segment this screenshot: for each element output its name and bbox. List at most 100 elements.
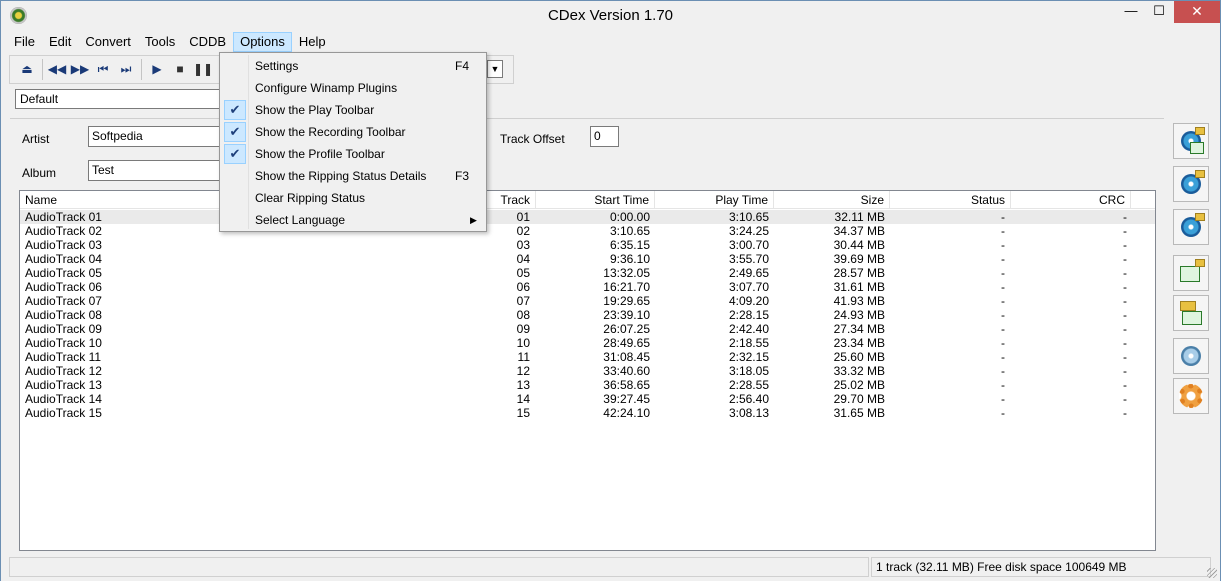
track-name-cell: AudioTrack 04 [25, 252, 102, 266]
menu-file[interactable]: File [7, 32, 42, 52]
checkmark-icon: ✔ [224, 122, 246, 142]
table-row[interactable]: AudioTrack 13 13 36:58.65 2:28.55 25.02 MB - - [20, 378, 1155, 392]
previous-track-icon[interactable]: ⏮ [94, 61, 112, 77]
toolbar-separator [141, 59, 142, 80]
column-start-time[interactable]: Start Time [536, 191, 655, 209]
settings-gear-icon [1179, 384, 1203, 408]
options-menu-item[interactable]: ✔ Show the Profile Toolbar [222, 143, 484, 165]
options-menu-item[interactable]: Settings F4 [222, 55, 484, 77]
options-menu-item[interactable]: ✔ Show the Play Toolbar [222, 99, 484, 121]
table-row[interactable]: AudioTrack 10 10 28:49.65 2:18.55 23.34 MB - - [20, 336, 1155, 350]
track-offset-field[interactable]: 0 [590, 126, 619, 147]
convert-wav-button[interactable] [1173, 255, 1209, 291]
play-time-cell: 3:55.70 [728, 252, 769, 266]
table-row[interactable]: AudioTrack 04 04 9:36.10 3:55.70 39.69 MB - - [20, 252, 1155, 266]
options-menu-item[interactable]: ✔ Show the Recording Toolbar [222, 121, 484, 143]
column-status[interactable]: Status [890, 191, 1011, 209]
column-crc[interactable]: CRC [1011, 191, 1131, 209]
play-icon[interactable]: ▶ [148, 61, 166, 77]
start-time-cell: 26:07.25 [603, 322, 650, 336]
extract-tracks-button[interactable] [1173, 123, 1209, 159]
menu-item-label: Settings [255, 59, 299, 73]
options-menu-item[interactable]: Select Language ▶ [222, 209, 484, 231]
settings-button[interactable] [1173, 378, 1209, 414]
record-button[interactable] [1173, 295, 1209, 331]
size-cell: 31.61 MB [833, 280, 885, 294]
track-list[interactable]: Name Track Start Time Play Time Size Sta… [19, 190, 1156, 551]
crc-cell: - [1123, 238, 1127, 252]
menu-help[interactable]: Help [292, 32, 333, 52]
maximize-button[interactable]: ☐ [1145, 1, 1173, 23]
status-cell: - [1001, 308, 1005, 322]
track-number-cell: 08 [516, 308, 530, 322]
cd-info-panel: Artist Softpedia Album Test Track Offset… [10, 118, 1164, 190]
submenu-arrow-icon: ▶ [470, 215, 477, 225]
size-cell: 24.93 MB [833, 308, 885, 322]
track-number-cell: 09 [516, 322, 530, 336]
status-cell: - [1001, 280, 1005, 294]
column-name[interactable]: Name [20, 191, 240, 209]
track-name-cell: AudioTrack 11 [25, 350, 102, 364]
fast-forward-icon[interactable]: ▶▶ [71, 61, 89, 77]
track-name-cell: AudioTrack 05 [25, 266, 102, 280]
crc-cell: - [1123, 210, 1127, 224]
cddb-query-button[interactable] [1173, 338, 1209, 374]
table-row[interactable]: AudioTrack 09 09 26:07.25 2:42.40 27.34 MB - - [20, 322, 1155, 336]
menu-cddb[interactable]: CDDB [182, 32, 233, 52]
track-number-cell: 03 [516, 238, 530, 252]
artist-field[interactable]: Softpedia [88, 126, 228, 147]
menu-edit[interactable]: Edit [42, 32, 78, 52]
eject-icon[interactable]: ⏏ [18, 61, 36, 77]
arrow-chip-icon [1195, 170, 1205, 178]
pause-icon[interactable]: ❚❚ [193, 61, 213, 77]
options-menu-item[interactable]: Show the Ripping Status Details F3 [222, 165, 484, 187]
size-cell: 32.11 MB [834, 210, 885, 224]
table-row[interactable]: AudioTrack 08 08 23:39.10 2:28.15 24.93 MB - - [20, 308, 1155, 322]
options-menu-item[interactable]: Configure Winamp Plugins [222, 77, 484, 99]
table-row[interactable]: AudioTrack 07 07 19:29.65 4:09.20 41.93 MB - - [20, 294, 1155, 308]
crc-cell: - [1123, 336, 1127, 350]
table-row[interactable]: AudioTrack 15 15 42:24.10 3:08.13 31.65 MB - - [20, 406, 1155, 420]
resize-grip-icon[interactable] [1207, 568, 1217, 578]
start-time-cell: 36:58.65 [603, 378, 650, 392]
table-row[interactable]: AudioTrack 02 02 3:10.65 3:24.25 34.37 MB - - [20, 224, 1155, 238]
menu-tools[interactable]: Tools [138, 32, 182, 52]
crc-cell: - [1123, 406, 1127, 420]
profile-select[interactable]: Default [15, 89, 225, 109]
crc-cell: - [1123, 322, 1127, 336]
table-row[interactable]: AudioTrack 06 06 16:21.70 3:07.70 31.61 MB - - [20, 280, 1155, 294]
play-time-cell: 4:09.20 [728, 294, 769, 308]
checkmark-icon: ✔ [224, 144, 246, 164]
column-size[interactable]: Size [774, 191, 890, 209]
table-row[interactable]: AudioTrack 11 11 31:08.45 2:32.15 25.60 MB - - [20, 350, 1155, 364]
next-track-icon[interactable]: ⏭ [117, 61, 135, 77]
options-menu-item[interactable]: Clear Ripping Status [222, 187, 484, 209]
status-cell: - [1001, 322, 1005, 336]
table-row[interactable]: AudioTrack 01 01 0:00.00 3:10.65 32.11 MB - - [20, 210, 1155, 224]
size-cell: 23.34 MB [833, 336, 885, 350]
menu-options[interactable]: Options [233, 32, 292, 52]
stop-icon[interactable]: ■ [171, 61, 189, 77]
menu-convert[interactable]: Convert [78, 32, 138, 52]
rewind-icon[interactable]: ◀◀ [48, 61, 66, 77]
album-field[interactable]: Test [88, 160, 228, 181]
close-button[interactable]: ✕ [1174, 1, 1220, 23]
start-time-cell: 9:36.10 [609, 252, 650, 266]
table-row[interactable]: AudioTrack 14 14 39:27.45 2:56.40 29.70 MB - - [20, 392, 1155, 406]
column-play-time[interactable]: Play Time [655, 191, 774, 209]
options-dropdown-menu: Settings F4 Configure Winamp Plugins ✔ Show … [219, 52, 487, 232]
menu-item-label: Show the Profile Toolbar [255, 147, 385, 161]
size-cell: 34.37 MB [833, 224, 885, 238]
track-number-cell: 10 [516, 336, 530, 350]
minimize-button[interactable]: — [1117, 1, 1145, 23]
table-row[interactable]: AudioTrack 12 12 33:40.60 3:18.05 33.32 MB - - [20, 364, 1155, 378]
table-row[interactable]: AudioTrack 03 03 6:35.15 3:00.70 30.44 MB - - [20, 238, 1155, 252]
menu-item-label: Clear Ripping Status [255, 191, 366, 205]
table-row[interactable]: AudioTrack 05 05 13:32.05 2:49.65 28.57 MB - - [20, 266, 1155, 280]
extract-partial-button[interactable] [1173, 166, 1209, 202]
chevron-down-icon[interactable]: ▼ [487, 60, 503, 78]
size-cell: 41.93 MB [833, 294, 885, 308]
play-time-cell: 2:32.15 [728, 350, 769, 364]
play-time-cell: 2:42.40 [728, 322, 769, 336]
extract-mp3-button[interactable] [1173, 209, 1209, 245]
